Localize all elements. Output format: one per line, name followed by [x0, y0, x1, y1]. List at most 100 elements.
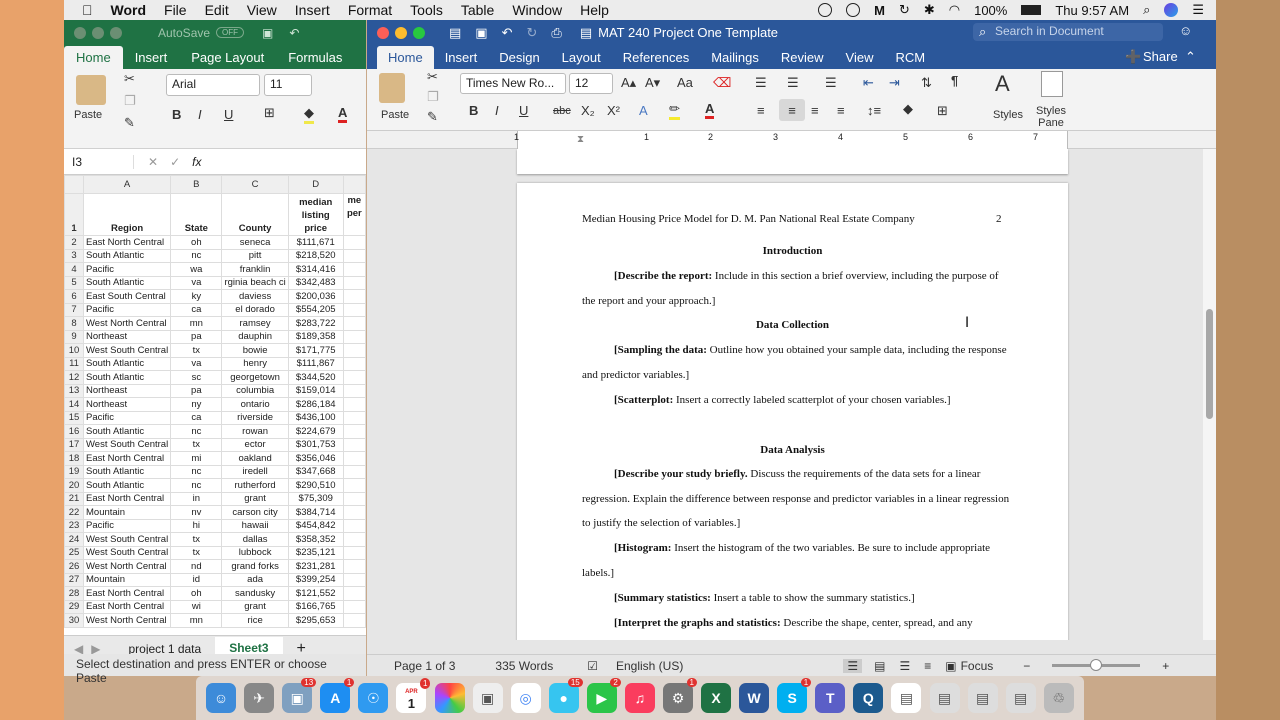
table-row[interactable]: 9 Northeast pa dauphin $189,358 [64, 329, 366, 344]
minimize-button[interactable] [92, 26, 104, 39]
table-cell[interactable]: mn [170, 613, 223, 628]
menu-tools[interactable]: Tools [410, 2, 443, 18]
outline-view-icon[interactable]: ☰ [899, 659, 910, 673]
zoom-slider-thumb[interactable] [1090, 659, 1103, 671]
table-cell[interactable]: $75,309 [287, 491, 344, 506]
teams-icon[interactable]: T [815, 683, 846, 713]
table-cell[interactable]: $283,722 [287, 316, 344, 331]
font-color-icon[interactable]: A [338, 105, 348, 123]
spreadsheet-grid[interactable]: A B C D 1 Region State County median lis… [64, 175, 366, 635]
table-cell[interactable] [342, 505, 366, 520]
table-row[interactable]: 14 Northeast ny ontario $286,184 [64, 397, 366, 412]
word-icon[interactable]: W [739, 683, 770, 713]
table-cell[interactable]: South Atlantic [82, 370, 172, 385]
table-cell[interactable]: $166,765 [287, 599, 344, 614]
align-center-icon[interactable]: ≡ [779, 99, 805, 121]
table-cell[interactable]: nc [170, 248, 223, 263]
header-cell[interactable]: Region [82, 193, 172, 236]
styles-pane-icon[interactable] [1041, 71, 1063, 97]
table-cell[interactable]: georgetown [221, 370, 289, 385]
paste-icon[interactable] [76, 75, 106, 105]
copy-icon[interactable]: ❐ [427, 89, 439, 105]
column-header-a[interactable]: A [82, 175, 172, 194]
photos-app-icon[interactable]: ▣ 13 [282, 678, 317, 713]
table-cell[interactable]: nc [170, 424, 223, 439]
table-cell[interactable]: Pacific [82, 262, 172, 277]
row-number[interactable]: 17 [64, 437, 84, 452]
table-row[interactable]: 3 South Atlantic nc pitt $218,520 [64, 248, 366, 263]
table-cell[interactable]: West South Central [82, 545, 172, 560]
table-cell[interactable]: $295,653 [287, 613, 344, 628]
tab-rcm[interactable]: RCM [884, 46, 936, 69]
paragraph-continued[interactable]: labels.] [582, 567, 614, 579]
format-painter-icon[interactable]: ✎ [124, 115, 135, 131]
status-icon[interactable] [846, 3, 861, 17]
table-cell[interactable] [342, 397, 366, 412]
table-cell[interactable]: East North Central [82, 451, 172, 466]
table-cell[interactable] [342, 545, 366, 560]
table-cell[interactable]: West South Central [82, 532, 172, 547]
font-name-select[interactable]: Arial [166, 74, 260, 96]
row-number[interactable]: 19 [64, 464, 84, 479]
strikethrough-button[interactable]: abc [553, 105, 571, 117]
table-cell[interactable]: ector [221, 437, 289, 452]
column-header-d[interactable]: D [287, 175, 344, 194]
table-cell[interactable] [342, 235, 366, 250]
header-cell[interactable]: median listing price [287, 193, 344, 236]
table-row[interactable]: 8 West North Central mn ramsey $283,722 [64, 316, 366, 331]
styles-icon[interactable]: A [995, 71, 1010, 97]
table-row[interactable]: 28 East North Central oh sandusky $121,552 [64, 586, 366, 601]
tab-view[interactable]: View [835, 46, 885, 69]
tab-page-layout[interactable]: Page Layout [179, 46, 276, 69]
row-number[interactable]: 25 [64, 545, 84, 560]
table-cell[interactable]: $358,352 [287, 532, 344, 547]
minimize-button[interactable] [395, 26, 407, 39]
table-cell[interactable]: $454,842 [287, 518, 344, 533]
table-cell[interactable] [342, 599, 366, 614]
table-cell[interactable]: lubbock [221, 545, 289, 560]
spotlight-search-icon[interactable]: ⌕ [1143, 2, 1150, 18]
text-effects-icon[interactable]: A [639, 103, 648, 118]
table-cell[interactable]: East North Central [82, 586, 172, 601]
feedback-icon[interactable]: ☺ [1179, 23, 1192, 38]
zoom-button[interactable] [413, 26, 425, 39]
table-row[interactable]: 5 South Atlantic va rginia beach ci $342,483 [64, 275, 366, 290]
font-size-select[interactable]: 12 [569, 73, 613, 94]
shading-icon[interactable]: ◆ [903, 101, 913, 117]
table-cell[interactable] [342, 586, 366, 601]
table-row[interactable]: 25 West South Central tx lubbock $235,121 [64, 545, 366, 560]
excel-icon[interactable]: X [701, 683, 732, 713]
notification-center-icon[interactable]: ☰ [1192, 2, 1204, 18]
table-cell[interactable]: Pacific [82, 410, 172, 425]
table-cell[interactable]: wi [170, 599, 223, 614]
row-number[interactable]: 18 [64, 451, 84, 466]
collapse-ribbon-icon[interactable]: ⌃ [1185, 49, 1196, 65]
finder-icon[interactable]: ☺ [206, 683, 237, 713]
table-cell[interactable] [342, 410, 366, 425]
table-cell[interactable]: East South Central [82, 289, 172, 304]
table-cell[interactable]: $301,753 [287, 437, 344, 452]
row-number[interactable]: 26 [64, 559, 84, 574]
column-header-c[interactable]: C [221, 175, 289, 194]
row-number[interactable]: 4 [64, 262, 84, 277]
table-cell[interactable] [342, 262, 366, 277]
bluetooth-icon[interactable]: ✱ [924, 2, 935, 18]
table-cell[interactable]: $344,520 [287, 370, 344, 385]
row-number[interactable]: 27 [64, 572, 84, 587]
table-cell[interactable]: hi [170, 518, 223, 533]
table-cell[interactable]: va [170, 356, 223, 371]
table-cell[interactable]: pa [170, 383, 223, 398]
paragraph-continued[interactable]: the report and your approach.] [582, 295, 715, 307]
sidebar-icon[interactable]: ▤ [449, 25, 461, 41]
table-cell[interactable]: $399,254 [287, 572, 344, 587]
table-row[interactable]: 24 West South Central tx dallas $358,352 [64, 532, 366, 547]
table-cell[interactable]: nc [170, 478, 223, 493]
cut-icon[interactable]: ✂ [124, 71, 135, 87]
menu-file[interactable]: File [164, 2, 187, 18]
bold-button[interactable]: B [172, 107, 181, 122]
menu-window[interactable]: Window [512, 2, 562, 18]
menu-format[interactable]: Format [348, 2, 392, 18]
table-row[interactable]: 20 South Atlantic nc rutherford $290,510 [64, 478, 366, 493]
header-cell[interactable]: me per [342, 193, 366, 236]
tab-references[interactable]: References [612, 46, 700, 69]
